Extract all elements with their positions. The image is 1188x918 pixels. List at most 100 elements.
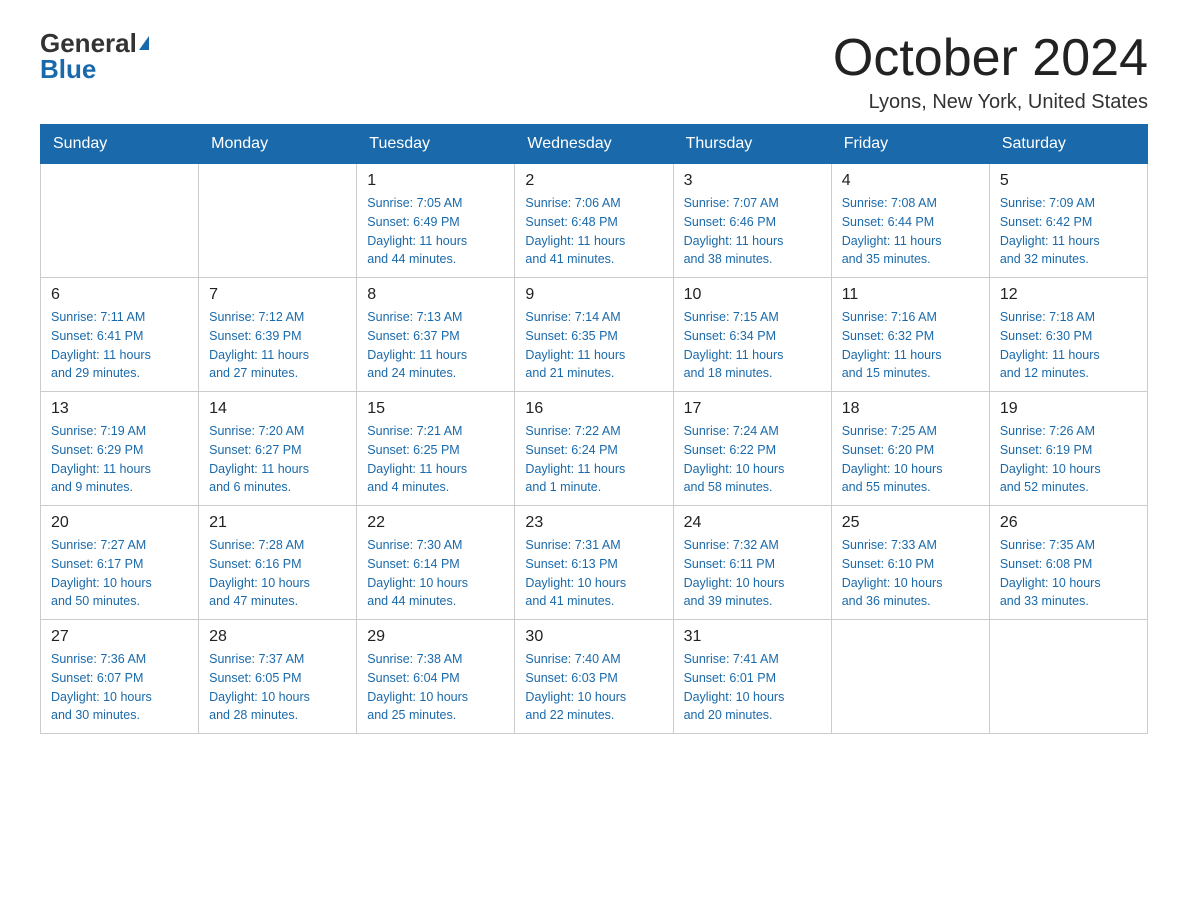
logo: General Blue: [40, 30, 149, 83]
header-saturday: Saturday: [989, 125, 1147, 164]
day-info: Sunrise: 7:16 AMSunset: 6:32 PMDaylight:…: [842, 308, 979, 383]
calendar-cell: 21 Sunrise: 7:28 AMSunset: 6:16 PMDayligh…: [199, 506, 357, 620]
header-wednesday: Wednesday: [515, 125, 673, 164]
calendar-cell: [989, 620, 1147, 734]
day-info: Sunrise: 7:15 AMSunset: 6:34 PMDaylight:…: [684, 308, 821, 383]
day-number: 4: [842, 172, 979, 190]
day-info: Sunrise: 7:35 AMSunset: 6:08 PMDaylight:…: [1000, 536, 1137, 611]
day-info: Sunrise: 7:06 AMSunset: 6:48 PMDaylight:…: [525, 194, 662, 269]
calendar-cell: 30Sunrise: 7:40 AMSunset: 6:03 PMDayligh…: [515, 620, 673, 734]
day-info: Sunrise: 7:31 AMSunset: 6:13 PMDaylight:…: [525, 536, 662, 611]
day-info: Sunrise: 7:36 AMSunset: 6:07 PMDaylight:…: [51, 650, 188, 725]
day-info: Sunrise: 7:38 AMSunset: 6:04 PMDaylight:…: [367, 650, 504, 725]
day-info: Sunrise: 7:20 AMSunset: 6:27 PMDaylight:…: [209, 422, 346, 497]
calendar-table: SundayMondayTuesdayWednesdayThursdayFrid…: [40, 124, 1148, 734]
day-number: 27: [51, 628, 188, 646]
header-friday: Friday: [831, 125, 989, 164]
calendar-cell: 1Sunrise: 7:05 AMSunset: 6:49 PMDaylight…: [357, 164, 515, 278]
day-info: Sunrise: 7:08 AMSunset: 6:44 PMDaylight:…: [842, 194, 979, 269]
calendar-cell: 22 Sunrise: 7:30 AMSunset: 6:14 PMDayligh…: [357, 506, 515, 620]
day-number: 11: [842, 286, 979, 304]
day-info: Sunrise: 7:24 AMSunset: 6:22 PMDaylight:…: [684, 422, 821, 497]
calendar-cell: 25 Sunrise: 7:33 AMSunset: 6:10 PMDayligh…: [831, 506, 989, 620]
calendar-cell: 19 Sunrise: 7:26 AMSunset: 6:19 PMDayligh…: [989, 392, 1147, 506]
day-info: Sunrise: 7:41 AMSunset: 6:01 PMDaylight:…: [684, 650, 821, 725]
calendar-cell: 13 Sunrise: 7:19 AMSunset: 6:29 PMDayligh…: [41, 392, 199, 506]
day-number: 13: [51, 400, 188, 418]
day-number: 19: [1000, 400, 1137, 418]
day-info: Sunrise: 7:30 AMSunset: 6:14 PMDaylight:…: [367, 536, 504, 611]
calendar-body: 1Sunrise: 7:05 AMSunset: 6:49 PMDaylight…: [41, 164, 1148, 734]
day-number: 22: [367, 514, 504, 532]
calendar-cell: 3 Sunrise: 7:07 AMSunset: 6:46 PMDaylight…: [673, 164, 831, 278]
day-number: 12: [1000, 286, 1137, 304]
calendar-cell: 5Sunrise: 7:09 AMSunset: 6:42 PMDaylight…: [989, 164, 1147, 278]
calendar-cell: 24Sunrise: 7:32 AMSunset: 6:11 PMDayligh…: [673, 506, 831, 620]
day-number: 17: [684, 400, 821, 418]
logo-triangle-icon: [139, 36, 149, 50]
day-number: 15: [367, 400, 504, 418]
calendar-cell: 23 Sunrise: 7:31 AMSunset: 6:13 PMDayligh…: [515, 506, 673, 620]
day-info: Sunrise: 7:12 AMSunset: 6:39 PMDaylight:…: [209, 308, 346, 383]
week-row-4: 20Sunrise: 7:27 AMSunset: 6:17 PMDayligh…: [41, 506, 1148, 620]
calendar-cell: 12 Sunrise: 7:18 AMSunset: 6:30 PMDayligh…: [989, 278, 1147, 392]
calendar-cell: 7 Sunrise: 7:12 AMSunset: 6:39 PMDaylight…: [199, 278, 357, 392]
day-number: 16: [525, 400, 662, 418]
calendar-cell: 16Sunrise: 7:22 AMSunset: 6:24 PMDayligh…: [515, 392, 673, 506]
day-info: Sunrise: 7:21 AMSunset: 6:25 PMDaylight:…: [367, 422, 504, 497]
calendar-cell: 9Sunrise: 7:14 AMSunset: 6:35 PMDaylight…: [515, 278, 673, 392]
calendar-cell: 31 Sunrise: 7:41 AMSunset: 6:01 PMDayligh…: [673, 620, 831, 734]
day-info: Sunrise: 7:25 AMSunset: 6:20 PMDaylight:…: [842, 422, 979, 497]
day-info: Sunrise: 7:26 AMSunset: 6:19 PMDaylight:…: [1000, 422, 1137, 497]
day-number: 1: [367, 172, 504, 190]
header-row: SundayMondayTuesdayWednesdayThursdayFrid…: [41, 125, 1148, 164]
calendar-cell: 14 Sunrise: 7:20 AMSunset: 6:27 PMDayligh…: [199, 392, 357, 506]
location-text: Lyons, New York, United States: [833, 91, 1148, 114]
day-number: 30: [525, 628, 662, 646]
day-number: 6: [51, 286, 188, 304]
header-sunday: Sunday: [41, 125, 199, 164]
month-title: October 2024: [833, 30, 1148, 87]
day-number: 26: [1000, 514, 1137, 532]
day-info: Sunrise: 7:19 AMSunset: 6:29 PMDaylight:…: [51, 422, 188, 497]
calendar-header: SundayMondayTuesdayWednesdayThursdayFrid…: [41, 125, 1148, 164]
calendar-cell: 15 Sunrise: 7:21 AMSunset: 6:25 PMDayligh…: [357, 392, 515, 506]
day-info: Sunrise: 7:07 AMSunset: 6:46 PMDaylight:…: [684, 194, 821, 269]
day-info: Sunrise: 7:27 AMSunset: 6:17 PMDaylight:…: [51, 536, 188, 611]
day-info: Sunrise: 7:18 AMSunset: 6:30 PMDaylight:…: [1000, 308, 1137, 383]
day-info: Sunrise: 7:32 AMSunset: 6:11 PMDaylight:…: [684, 536, 821, 611]
header-monday: Monday: [199, 125, 357, 164]
calendar-cell: 17 Sunrise: 7:24 AMSunset: 6:22 PMDayligh…: [673, 392, 831, 506]
calendar-cell: [41, 164, 199, 278]
calendar-cell: 2 Sunrise: 7:06 AMSunset: 6:48 PMDaylight…: [515, 164, 673, 278]
week-row-3: 13 Sunrise: 7:19 AMSunset: 6:29 PMDayligh…: [41, 392, 1148, 506]
week-row-2: 6 Sunrise: 7:11 AMSunset: 6:41 PMDaylight…: [41, 278, 1148, 392]
week-row-1: 1Sunrise: 7:05 AMSunset: 6:49 PMDaylight…: [41, 164, 1148, 278]
day-number: 10: [684, 286, 821, 304]
day-number: 25: [842, 514, 979, 532]
calendar-cell: 20Sunrise: 7:27 AMSunset: 6:17 PMDayligh…: [41, 506, 199, 620]
title-section: October 2024 Lyons, New York, United Sta…: [833, 30, 1148, 114]
day-number: 31: [684, 628, 821, 646]
day-number: 3: [684, 172, 821, 190]
day-info: Sunrise: 7:11 AMSunset: 6:41 PMDaylight:…: [51, 308, 188, 383]
week-row-5: 27 Sunrise: 7:36 AMSunset: 6:07 PMDayligh…: [41, 620, 1148, 734]
day-number: 9: [525, 286, 662, 304]
day-number: 5: [1000, 172, 1137, 190]
day-info: Sunrise: 7:33 AMSunset: 6:10 PMDaylight:…: [842, 536, 979, 611]
day-number: 23: [525, 514, 662, 532]
calendar-cell: 28Sunrise: 7:37 AMSunset: 6:05 PMDayligh…: [199, 620, 357, 734]
calendar-cell: [831, 620, 989, 734]
day-number: 14: [209, 400, 346, 418]
header-thursday: Thursday: [673, 125, 831, 164]
calendar-cell: 18Sunrise: 7:25 AMSunset: 6:20 PMDayligh…: [831, 392, 989, 506]
day-number: 8: [367, 286, 504, 304]
day-info: Sunrise: 7:28 AMSunset: 6:16 PMDaylight:…: [209, 536, 346, 611]
day-number: 7: [209, 286, 346, 304]
calendar-cell: [199, 164, 357, 278]
day-number: 2: [525, 172, 662, 190]
calendar-cell: 8Sunrise: 7:13 AMSunset: 6:37 PMDaylight…: [357, 278, 515, 392]
calendar-cell: 11 Sunrise: 7:16 AMSunset: 6:32 PMDayligh…: [831, 278, 989, 392]
day-number: 21: [209, 514, 346, 532]
calendar-cell: 27 Sunrise: 7:36 AMSunset: 6:07 PMDayligh…: [41, 620, 199, 734]
